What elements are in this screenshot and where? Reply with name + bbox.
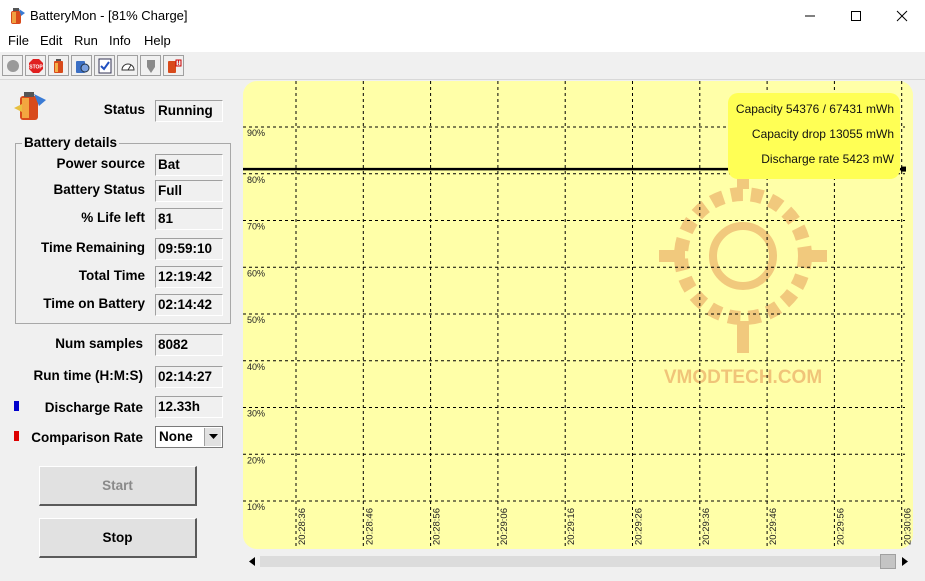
- menu-run[interactable]: Run: [72, 33, 100, 48]
- time-on-battery-value: 02:14:42: [155, 294, 223, 316]
- battery-warning-icon: !: [167, 59, 181, 73]
- x-tick-label: 20:30:06: [903, 508, 913, 545]
- discharge-rate-label: Discharge Rate: [44, 400, 143, 415]
- pointer-button[interactable]: [140, 55, 161, 76]
- comparison-dropdown-button[interactable]: [204, 428, 221, 446]
- scroll-left-button[interactable]: [243, 553, 260, 570]
- life-left-value: 81: [155, 208, 223, 230]
- discharge-rate-text: Discharge rate 5423 mW: [761, 152, 894, 166]
- time-remaining-label: Time Remaining: [40, 240, 145, 255]
- battery-status-value: Full: [155, 180, 223, 202]
- x-tick-label: 20:29:16: [566, 508, 577, 545]
- battery-status-icon: [14, 92, 46, 120]
- time-on-battery-label: Time on Battery: [43, 296, 145, 311]
- y-tick-label: 80%: [247, 175, 265, 185]
- capacity-drop-text: Capacity drop 13055 mWh: [752, 127, 894, 141]
- menu-edit[interactable]: Edit: [38, 33, 64, 48]
- close-button[interactable]: [879, 0, 925, 31]
- battery-warning-button[interactable]: !: [163, 55, 184, 76]
- maximize-button[interactable]: [833, 0, 879, 31]
- num-samples-label: Num samples: [55, 336, 143, 351]
- total-time-value: 12:19:42: [155, 266, 223, 288]
- status-value: Running: [155, 100, 223, 122]
- battery-details-title: Battery details: [22, 135, 120, 150]
- x-tick-label: 20:28:36: [297, 508, 308, 545]
- scroll-thumb[interactable]: [880, 554, 896, 569]
- batterymon-app-icon: [11, 8, 25, 24]
- y-tick-label: 50%: [247, 315, 265, 325]
- battery-button[interactable]: [48, 55, 69, 76]
- y-tick-label: 60%: [247, 268, 265, 278]
- stop-button[interactable]: Stop: [39, 518, 197, 558]
- gauge-button[interactable]: [117, 55, 138, 76]
- x-tick-label: 20:29:06: [499, 508, 510, 545]
- arrow-left-icon: [248, 557, 255, 566]
- menu-info[interactable]: Info: [107, 33, 133, 48]
- discharge-rate-value: 12.33h: [155, 396, 223, 418]
- comparison-select-value: None: [159, 429, 193, 444]
- power-source-value: Bat: [155, 154, 223, 176]
- chart-canvas: VMODTECH.COM 90% 80% 70% 60% 50% 40% 30% 20% 10%…: [243, 81, 914, 549]
- watermark-text: VMODTECH.COM: [664, 367, 822, 388]
- y-tick-label: 20%: [247, 455, 265, 465]
- run-time-label: Run time (H:M:S): [33, 368, 143, 383]
- series-end-marker: [901, 166, 906, 172]
- battery-chart: VMODTECH.COM 90% 80% 70% 60% 50% 40% 30% 20% 10%…: [243, 81, 914, 549]
- record-icon: [6, 59, 19, 72]
- x-tick-label: 20:29:56: [835, 508, 846, 545]
- y-tick-label: 40%: [247, 362, 265, 372]
- window-title: BatteryMon - [81% Charge]: [30, 8, 188, 23]
- svg-text:!: !: [177, 61, 179, 67]
- chart-horizontal-scrollbar[interactable]: [243, 553, 913, 570]
- time-remaining-value: 09:59:10: [155, 238, 223, 260]
- y-tick-label: 10%: [247, 502, 265, 512]
- comparison-rate-label-clip: Comparison Rate: [20, 430, 143, 448]
- pointer-icon: [146, 59, 155, 73]
- checklist-button[interactable]: [94, 55, 115, 76]
- close-icon: [896, 10, 908, 21]
- x-tick-label: 20:29:46: [768, 508, 779, 545]
- scroll-track[interactable]: [260, 556, 880, 567]
- x-tick-label: 20:28:56: [432, 508, 443, 545]
- run-time-value: 02:14:27: [155, 366, 223, 388]
- maximize-icon: [851, 10, 861, 21]
- stop-icon: STOP: [28, 58, 43, 73]
- start-button[interactable]: Start: [39, 466, 197, 506]
- x-tick-label: 20:29:36: [701, 508, 712, 545]
- record-button[interactable]: [2, 55, 23, 76]
- y-tick-label: 70%: [247, 222, 265, 232]
- comparison-rate-label: Comparison Rate: [31, 430, 143, 445]
- toolbar: STOP !: [0, 52, 925, 80]
- status-label: Status: [103, 102, 145, 117]
- arrow-right-icon: [901, 557, 908, 566]
- comparison-rate-color-swatch: [14, 431, 19, 441]
- x-tick-label: 20:29:26: [634, 508, 645, 545]
- svg-text:STOP: STOP: [29, 64, 43, 70]
- capacity-text: Capacity 54376 / 67431 mWh: [736, 102, 894, 116]
- checklist-icon: [98, 58, 111, 73]
- settings-icon: [75, 60, 89, 73]
- menu-bar: File Edit Run Info Help: [0, 32, 925, 52]
- menu-file[interactable]: File: [6, 33, 31, 48]
- minimize-icon: [805, 15, 815, 16]
- settings-button[interactable]: [71, 55, 92, 76]
- battery-status-label: Battery Status: [53, 182, 145, 197]
- num-samples-value: 8082: [155, 334, 223, 356]
- minimize-button[interactable]: [787, 0, 833, 31]
- scroll-right-button[interactable]: [896, 553, 913, 570]
- x-tick-label: 20:28:46: [364, 508, 375, 545]
- total-time-label: Total Time: [78, 268, 145, 283]
- y-tick-label: 90%: [247, 128, 265, 138]
- battery-icon: [53, 58, 63, 73]
- discharge-rate-color-swatch: [14, 401, 19, 411]
- stop-toolbar-button[interactable]: STOP: [25, 55, 46, 76]
- chevron-down-icon: [208, 434, 218, 439]
- title-bar: BatteryMon - [81% Charge]: [0, 0, 925, 32]
- menu-help[interactable]: Help: [142, 33, 173, 48]
- gauge-icon: [120, 63, 135, 70]
- life-left-label: % Life left: [81, 210, 145, 225]
- comparison-select[interactable]: None: [155, 426, 223, 448]
- power-source-label: Power source: [56, 156, 145, 171]
- y-tick-label: 30%: [247, 409, 265, 419]
